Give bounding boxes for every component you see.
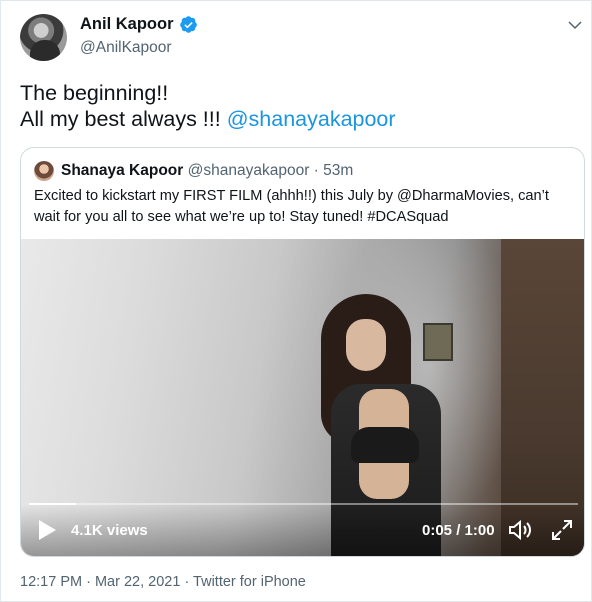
tweet-text-line1: The beginning!! [20, 81, 169, 105]
author-name-row[interactable]: Anil Kapoor [80, 15, 198, 34]
tweet-footer: 12:17 PM · Mar 22, 2021 · Twitter for iP… [20, 574, 306, 590]
tweet-text: The beginning!! All my best always !!! @… [20, 80, 396, 132]
quoted-tweet[interactable]: Shanaya Kapoor @shanayakapoor · 53m Exci… [20, 147, 585, 557]
author-handle[interactable]: @AnilKapoor [80, 39, 172, 57]
chevron-down-icon[interactable] [566, 16, 584, 34]
video-frame-person-face [346, 319, 386, 371]
video-elapsed: 0:05 [422, 522, 453, 539]
video-progress-fill [29, 503, 76, 505]
quoted-author-handle[interactable]: @shanayakapoor [188, 162, 310, 179]
quoted-separator: · [309, 162, 324, 179]
video-controls: 4.1K views 0:05 / 1:00 [21, 505, 584, 556]
quoted-tweet-text: Excited to kickstart my FIRST FILM (ahhh… [34, 188, 549, 225]
play-icon[interactable] [37, 519, 57, 541]
video-views: 4.1K views [71, 522, 148, 539]
video-duration: 1:00 [464, 522, 495, 539]
tweet-text-line2: All my best always !!! @shanayakapoor [20, 106, 396, 132]
video-player[interactable]: 4.1K views 0:05 / 1:00 [21, 239, 584, 556]
video-time-separator: / [452, 522, 465, 539]
quoted-author-avatar[interactable] [34, 161, 54, 181]
footer-separator-2: · [180, 574, 194, 590]
quoted-tweet-age[interactable]: 53m [323, 162, 353, 179]
author-avatar[interactable] [20, 14, 67, 61]
author-name[interactable]: Anil Kapoor [80, 15, 174, 34]
quoted-author-name[interactable]: Shanaya Kapoor [61, 162, 183, 179]
video-time: 0:05 / 1:00 [422, 522, 495, 539]
footer-separator-1: · [82, 574, 95, 590]
tweet-card: Anil Kapoor @AnilKapoor The beginning!! … [0, 0, 592, 602]
expand-icon[interactable] [551, 519, 573, 541]
video-frame-wall-picture [423, 323, 453, 361]
video-frame-person-top [351, 427, 419, 463]
tweet-date[interactable]: Mar 22, 2021 [95, 574, 180, 590]
volume-icon[interactable] [508, 519, 534, 541]
tweet-text-line2-prefix: All my best always !!! [20, 107, 227, 131]
tweet-source[interactable]: Twitter for iPhone [193, 574, 306, 590]
verified-badge-icon [179, 16, 197, 33]
tweet-time[interactable]: 12:17 PM [20, 574, 82, 590]
quoted-tweet-header: Shanaya Kapoor @shanayakapoor · 53m [61, 162, 353, 180]
mention-link[interactable]: @shanayakapoor [227, 107, 396, 131]
video-progress-bar[interactable] [29, 503, 578, 505]
